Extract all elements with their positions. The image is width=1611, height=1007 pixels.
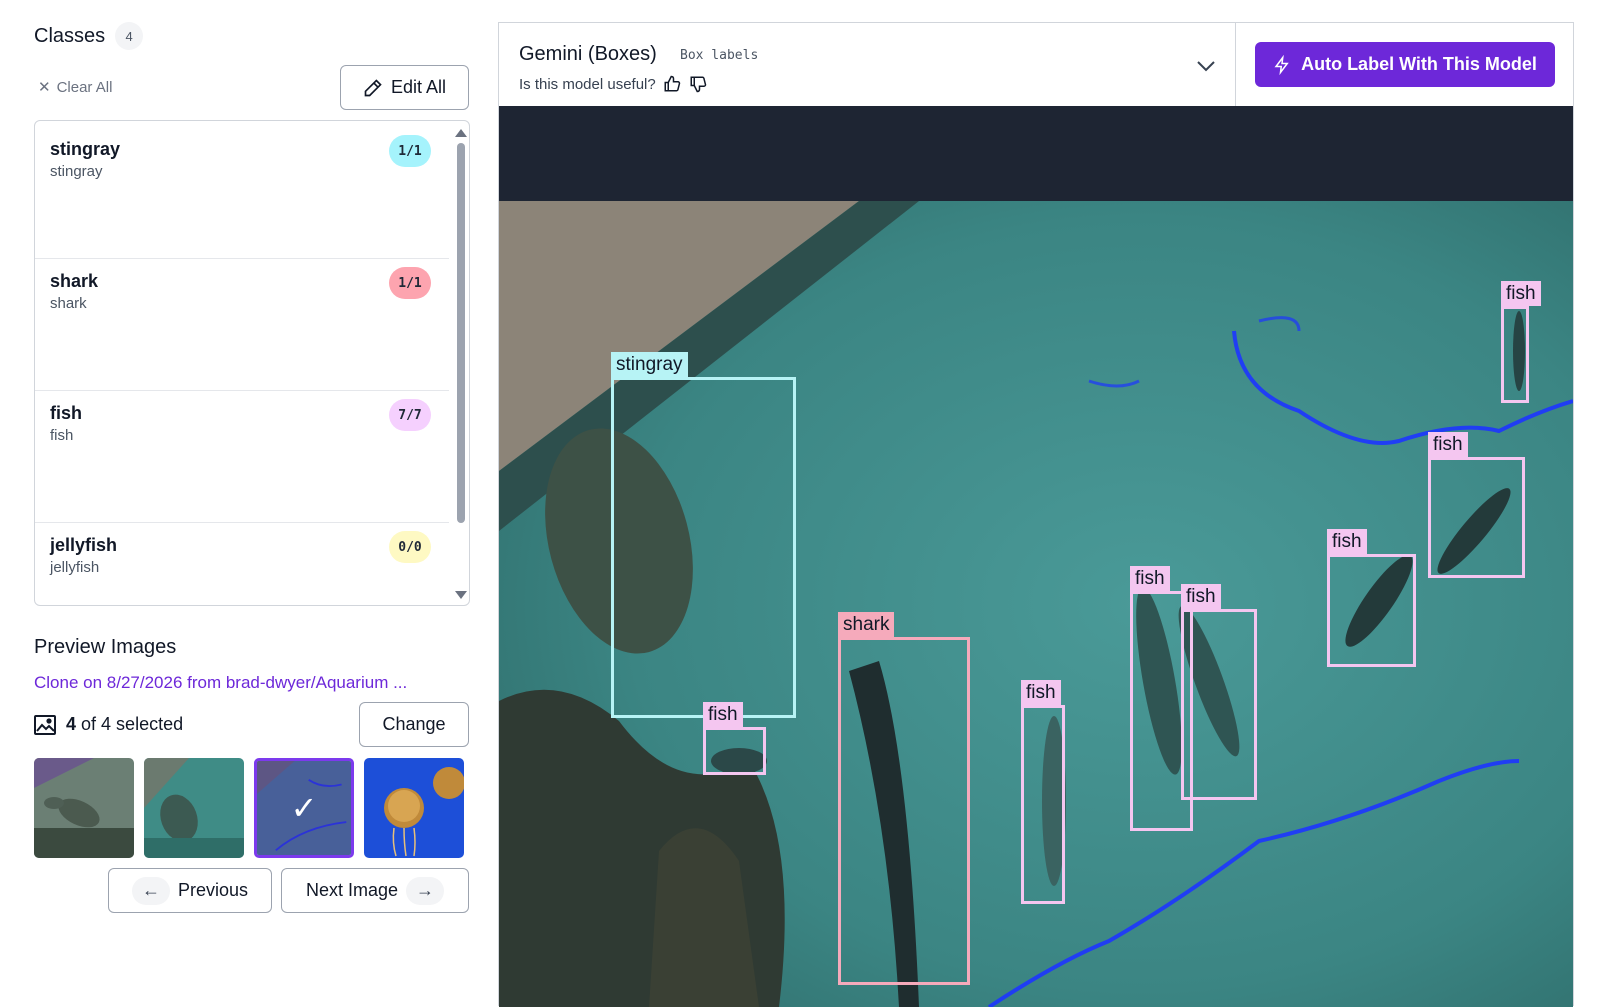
thumbnail-jellyfish-blue[interactable] [364,758,464,858]
classes-count-badge: 4 [115,22,144,50]
thumbnail-stingray-teal[interactable] [144,758,244,858]
image-top-band [499,106,1573,201]
selected-count: 4 [66,714,77,734]
toolbar-divider [1235,23,1236,106]
pencil-icon [364,78,382,96]
class-row-shark[interactable]: shark shark 1/1 [35,253,449,391]
class-list: stingray stingray 1/1 shark shark 1/1 fi… [34,120,470,606]
clear-all-label: Clear All [56,78,113,96]
thumbs-down-icon[interactable] [688,75,708,93]
class-count-badge: 1/1 [389,135,431,167]
classes-header: Classes 4 [34,22,144,50]
model-feedback: Is this model useful? [519,75,708,93]
bbox-fish[interactable]: fish [703,702,766,775]
class-subtitle: fish [50,427,74,444]
classes-title: Classes [34,24,106,47]
class-name: jellyfish [50,535,118,555]
left-panel: Classes 4 ✕ Clear All Edit All stingray … [34,0,470,1006]
clear-all-button[interactable]: ✕ Clear All [38,78,113,97]
bbox-label: fish [1327,529,1367,554]
bbox-label: shark [838,612,895,637]
thumbnail-stingray-pool[interactable] [34,758,134,858]
class-subtitle: stingray [50,163,103,180]
scroll-down-arrow-icon[interactable] [455,591,467,599]
previous-label: Previous [177,880,249,900]
bbox-label: stingray [611,352,688,377]
change-images-button[interactable]: Change [359,702,469,747]
class-count-badge: 7/7 [389,399,431,431]
arrow-right-icon: → [406,876,445,905]
class-name: shark [50,271,99,291]
bbox-fish[interactable]: fish [1428,432,1525,578]
class-list-scrollbar[interactable] [455,129,467,599]
dataset-clone-link[interactable]: Clone on 8/27/2026 from brad-dwyer/Aquar… [34,673,407,693]
thumbnail-strip: ✓ [34,758,464,858]
bbox-label: fish [1181,584,1221,609]
auto-label-button[interactable]: Auto Label With This Model [1255,42,1555,87]
annotated-image[interactable]: stingray fish shark fish fish fish fish … [499,201,1573,1007]
class-row-stingray[interactable]: stingray stingray 1/1 [35,121,449,259]
selected-of-text: of 4 selected [81,714,184,734]
selected-images-summary: 4 of 4 selected [34,714,183,735]
bbox-label: fish [703,702,743,727]
thumbs-up-icon[interactable] [662,75,682,93]
model-selector-bar: Gemini (Boxes) Box labels Is this model … [499,23,1573,106]
scroll-up-arrow-icon[interactable] [455,129,467,137]
bbox-label: fish [1428,432,1468,457]
edit-all-label: Edit All [390,77,447,97]
class-count-badge: 0/0 [389,531,431,563]
bbox-label: fish [1501,281,1541,306]
previous-image-button[interactable]: ← Previous [108,868,272,913]
bbox-fish[interactable]: fish [1181,584,1257,800]
auto-label-label: Auto Label With This Model [1301,54,1537,74]
scroll-thumb[interactable] [457,143,465,523]
bbox-label: fish [1130,566,1170,591]
arrow-left-icon: ← [131,876,170,905]
thumbnail-aquarium-blue[interactable]: ✓ [254,758,354,858]
class-subtitle: shark [50,295,87,312]
bbox-label: fish [1021,680,1061,705]
model-tag: Box labels [680,48,759,63]
next-image-button[interactable]: Next Image → [281,868,469,913]
class-name: stingray [50,139,121,159]
class-count-badge: 1/1 [389,267,431,299]
class-name: fish [50,403,83,423]
bbox-fish[interactable]: fish [1327,529,1416,667]
edit-all-button[interactable]: Edit All [340,65,469,110]
bbox-fish[interactable]: fish [1501,281,1541,403]
model-name: Gemini (Boxes) [519,43,657,65]
model-preview-panel: Gemini (Boxes) Box labels Is this model … [498,22,1574,1007]
checkmark-icon: ✓ [257,761,351,855]
preview-images-title: Preview Images [34,636,177,658]
bbox-fish[interactable]: fish [1021,680,1065,904]
feedback-prompt: Is this model useful? [519,75,656,93]
bbox-stingray[interactable]: stingray [611,352,796,718]
class-subtitle: jellyfish [50,559,100,576]
close-icon: ✕ [38,79,51,96]
next-label: Next Image [305,880,399,900]
bbox-shark[interactable]: shark [838,612,970,985]
lightning-icon [1274,54,1289,75]
chevron-down-icon[interactable] [1191,51,1221,81]
class-row-jellyfish[interactable]: jellyfish jellyfish 0/0 [35,517,449,605]
class-row-fish[interactable]: fish fish 7/7 [35,385,449,523]
image-icon [34,714,56,735]
